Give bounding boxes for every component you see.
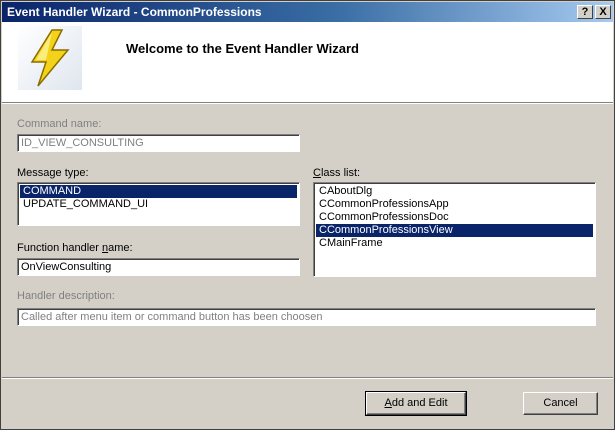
list-item[interactable]: CCommonProfessionsApp — [316, 198, 593, 211]
wizard-window: Event Handler Wizard - CommonProfessions… — [0, 0, 615, 430]
handler-description-input — [18, 309, 595, 325]
function-handler-field[interactable] — [17, 258, 300, 276]
close-icon: X — [599, 6, 607, 18]
command-name-input — [18, 135, 299, 151]
function-handler-label: Function handler name: — [17, 242, 133, 254]
class-list-label-accel: C — [313, 167, 321, 179]
handler-description-field — [17, 308, 596, 326]
function-handler-label-pre: Function handler — [17, 242, 102, 254]
list-item[interactable]: CMainFrame — [316, 237, 593, 250]
list-item[interactable]: COMMAND — [20, 185, 297, 198]
function-handler-input[interactable] — [18, 259, 299, 275]
message-type-list[interactable]: COMMAND UPDATE_COMMAND_UI — [17, 182, 300, 226]
add-and-edit-accel: A — [384, 397, 392, 409]
list-item[interactable]: UPDATE_COMMAND_UI — [20, 198, 297, 211]
handler-description-label: Handler description: — [17, 290, 115, 302]
class-list-label-post: lass list: — [320, 167, 361, 179]
window-title: Event Handler Wizard - CommonProfessions — [7, 5, 262, 19]
class-list-label: Class list: — [313, 167, 360, 179]
command-name-label: Command name: — [17, 118, 102, 130]
header-divider — [2, 103, 613, 104]
title-bar[interactable]: Event Handler Wizard - CommonProfessions… — [2, 2, 613, 22]
add-and-edit-post: dd and Edit — [391, 397, 448, 409]
page-title: Welcome to the Event Handler Wizard — [126, 41, 359, 56]
class-list[interactable]: CAboutDlg CCommonProfessionsApp CCommonP… — [313, 182, 596, 277]
message-type-label: Message type: — [17, 167, 89, 179]
add-and-edit-button[interactable]: Add and Edit — [365, 391, 467, 416]
close-button[interactable]: X — [595, 5, 611, 19]
cancel-button[interactable]: Cancel — [523, 392, 598, 415]
footer-divider-highlight — [2, 378, 613, 379]
command-name-field — [17, 134, 300, 152]
help-button[interactable]: ? — [577, 5, 593, 19]
help-icon: ? — [581, 6, 589, 18]
lightning-bolt-icon — [18, 26, 82, 90]
list-item[interactable]: CCommonProfessionsView — [316, 224, 593, 237]
wizard-header: Welcome to the Event Handler Wizard — [2, 22, 613, 103]
function-handler-label-post: ame: — [108, 242, 133, 254]
list-item[interactable]: CAboutDlg — [316, 185, 593, 198]
list-item[interactable]: CCommonProfessionsDoc — [316, 211, 593, 224]
